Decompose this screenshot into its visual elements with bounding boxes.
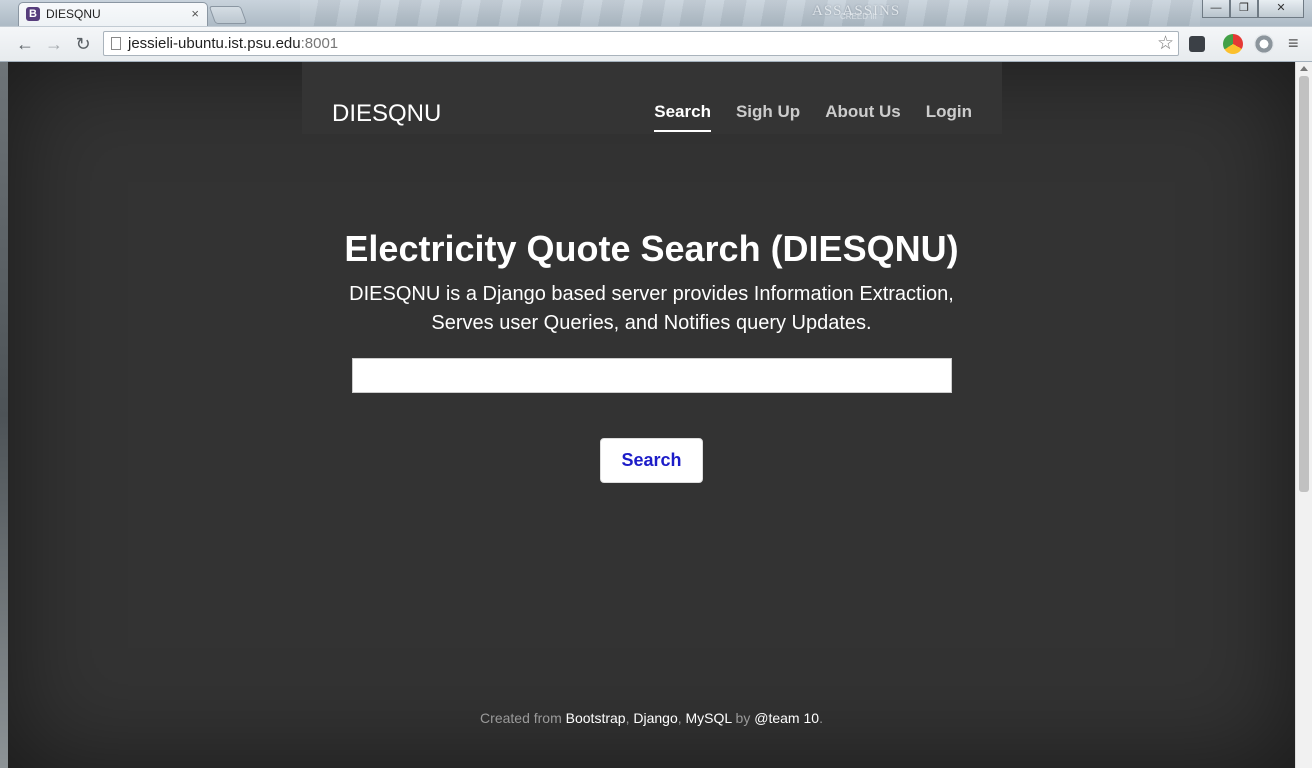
chrome-extension-icon[interactable] [1223, 34, 1243, 54]
address-bar[interactable]: jessieli-ubuntu.ist.psu.edu:8001 ☆ [103, 31, 1179, 56]
page-title: Electricity Quote Search (DIESQNU) [344, 228, 959, 269]
footer-period: . [819, 710, 823, 726]
desktop-edge [0, 62, 8, 768]
address-url[interactable]: jessieli-ubuntu.ist.psu.edu:8001 [128, 35, 338, 52]
site-brand[interactable]: DIESQNU [332, 100, 441, 128]
close-window-button[interactable]: ✕ [1258, 0, 1304, 18]
vertical-scrollbar[interactable] [1295, 62, 1312, 768]
footer-separator: , [677, 710, 686, 726]
browser-tab[interactable]: B DIESQNU × [18, 2, 208, 26]
nav-login[interactable]: Login [926, 102, 972, 132]
search-input[interactable] [352, 358, 952, 393]
nav-sign-up[interactable]: Sigh Up [736, 102, 800, 132]
footer-link-mysql[interactable]: MySQL [686, 710, 732, 726]
footer-created-from: Created from [480, 710, 566, 726]
window-controls: — ❐ ✕ [1202, 0, 1304, 18]
scrollbar-thumb[interactable] [1299, 76, 1309, 492]
page-description: DIESQNU is a Django based server provide… [349, 283, 954, 334]
sync-extension-icon[interactable] [1254, 34, 1274, 54]
page-viewport: DIESQNU Search Sigh Up About Us Login El… [8, 62, 1295, 768]
browser-chrome: ASSASSINS CREED III B DIESQNU × — ❐ ✕ ← … [0, 0, 1312, 63]
url-port: :8001 [300, 35, 339, 52]
main-nav: Search Sigh Up About Us Login [629, 102, 972, 132]
search-button[interactable]: Search [600, 438, 703, 483]
footer: Created from Bootstrap, Django, MySQL by… [8, 710, 1295, 726]
scroll-up-arrow-icon[interactable] [1300, 66, 1308, 71]
title-bar-wallpaper [300, 0, 1200, 26]
footer-link-bootstrap[interactable]: Bootstrap [566, 710, 626, 726]
page-icon [111, 37, 121, 50]
reload-icon[interactable]: ↻ [72, 33, 94, 55]
footer-by: by [731, 710, 755, 726]
bookmark-star-icon[interactable]: ☆ [1157, 32, 1174, 55]
new-tab-button[interactable] [208, 6, 248, 24]
evernote-extension-icon[interactable] [1189, 36, 1205, 52]
wallpaper-logo-subtitle: CREED III [840, 12, 877, 21]
browser-toolbar: ← → ↻ jessieli-ubuntu.ist.psu.edu:8001 ☆… [0, 26, 1312, 61]
minimize-button[interactable]: — [1202, 0, 1230, 18]
tab-title: DIESQNU [46, 7, 101, 21]
nav-search[interactable]: Search [654, 102, 711, 132]
bootstrap-favicon-icon: B [26, 7, 40, 21]
maximize-button[interactable]: ❐ [1230, 0, 1258, 18]
nav-about-us[interactable]: About Us [825, 102, 901, 132]
footer-link-team[interactable]: @team 10 [754, 710, 819, 726]
cover-section: Electricity Quote Search (DIESQNU) DIESQ… [8, 226, 1295, 338]
forward-arrow-icon[interactable]: → [43, 33, 65, 55]
tab-close-icon[interactable]: × [191, 6, 199, 21]
footer-link-django[interactable]: Django [633, 710, 677, 726]
browser-menu-icon[interactable]: ≡ [1288, 33, 1304, 53]
back-arrow-icon[interactable]: ← [14, 33, 36, 55]
url-host: jessieli-ubuntu.ist.psu.edu [128, 35, 301, 52]
